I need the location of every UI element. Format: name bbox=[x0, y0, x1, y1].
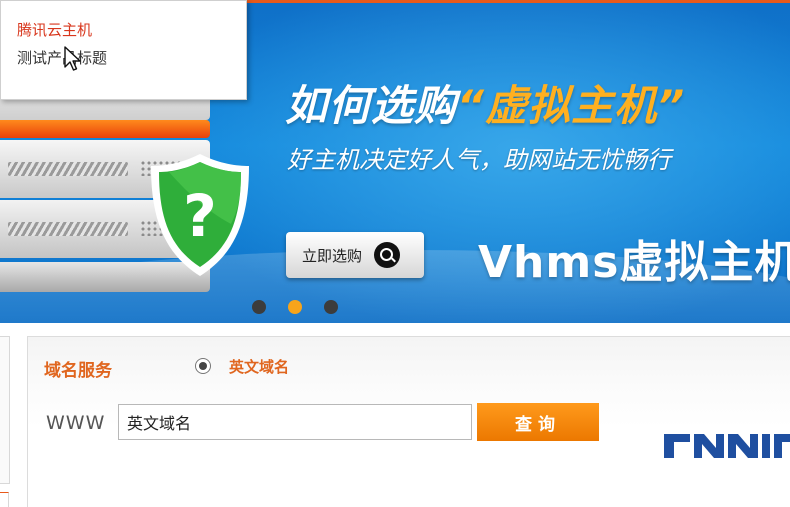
query-button[interactable]: 查询 bbox=[477, 403, 599, 441]
headline-prefix: 如何选购 bbox=[285, 81, 458, 130]
left-side-panel-lower bbox=[0, 492, 9, 507]
product-dropdown-menu: 腾讯云主机 测试产品标题 bbox=[0, 0, 247, 100]
domain-search-input[interactable] bbox=[118, 404, 472, 440]
dropdown-item-tencent-cloud[interactable]: 腾讯云主机 bbox=[17, 19, 92, 40]
banner-headline: 如何选购“虚拟主机” bbox=[285, 72, 685, 133]
www-prefix-label: WWW bbox=[46, 412, 106, 434]
banner-brand-title: Vhms虚拟主机 bbox=[478, 237, 790, 288]
buy-now-label: 立即选购 bbox=[302, 246, 363, 265]
english-domain-radio-label[interactable]: 英文域名 bbox=[229, 356, 289, 377]
server-light-strip bbox=[0, 120, 210, 138]
english-domain-radio[interactable] bbox=[195, 358, 211, 374]
mouse-pointer-icon bbox=[64, 46, 81, 71]
domain-service-title: 域名服务 bbox=[44, 361, 112, 381]
slide-indicators bbox=[252, 300, 338, 314]
slide-dot-1[interactable] bbox=[252, 300, 266, 314]
dropdown-item-test-product[interactable]: 测试产品标题 bbox=[17, 47, 107, 68]
banner-subline: 好主机决定好人气，助网站无忧畅行 bbox=[287, 146, 671, 174]
left-side-panel bbox=[0, 336, 10, 484]
shield-question-icon: ? bbox=[151, 154, 249, 276]
svg-text:?: ? bbox=[183, 182, 217, 250]
search-icon bbox=[374, 242, 401, 268]
cnnic-logo bbox=[664, 434, 790, 458]
slide-dot-3[interactable] bbox=[324, 300, 338, 314]
buy-now-button[interactable]: 立即选购 bbox=[286, 232, 424, 278]
slide-dot-2[interactable] bbox=[288, 300, 302, 314]
headline-highlight: “虚拟主机” bbox=[457, 81, 686, 130]
